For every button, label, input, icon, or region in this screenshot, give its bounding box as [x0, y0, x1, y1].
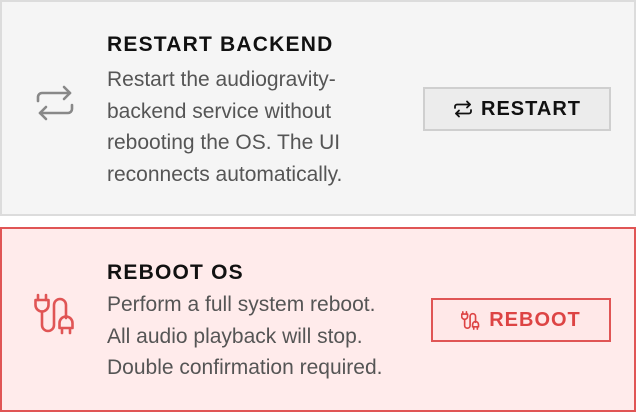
reboot-button-label: REBOOT — [489, 308, 581, 331]
reboot-os-card: REBOOT OS Perform a full system reboot. … — [0, 227, 636, 412]
restart-backend-title: RESTART BACKEND — [107, 33, 334, 56]
description-line: Double confirmation required. — [107, 356, 383, 379]
power-plug-icon — [461, 311, 480, 330]
description-line: rebooting the OS. The UI — [107, 131, 341, 154]
refresh-arrows-icon — [36, 85, 74, 121]
restart-button[interactable]: RESTART — [423, 87, 611, 131]
description-line: All audio playback will stop. — [107, 324, 363, 348]
reboot-os-description: Perform a full system reboot. All audio … — [107, 289, 417, 384]
description-line: Perform a full system reboot. — [107, 293, 376, 316]
system-actions-panel: RESTART BACKEND Restart the audiogravity… — [0, 0, 636, 412]
restart-backend-card: RESTART BACKEND Restart the audiogravity… — [0, 0, 636, 216]
refresh-arrows-icon — [454, 100, 472, 118]
description-line: Restart the audiogravity- — [107, 68, 336, 91]
description-line: reconnects automatically. — [107, 162, 343, 186]
reboot-button[interactable]: REBOOT — [431, 298, 611, 342]
reboot-os-title: REBOOT OS — [107, 261, 244, 284]
description-line: backend service without — [107, 99, 332, 123]
restart-backend-description: Restart the audiogravity- backend servic… — [107, 64, 397, 190]
power-plug-icon — [34, 293, 74, 335]
restart-button-label: RESTART — [481, 97, 581, 120]
